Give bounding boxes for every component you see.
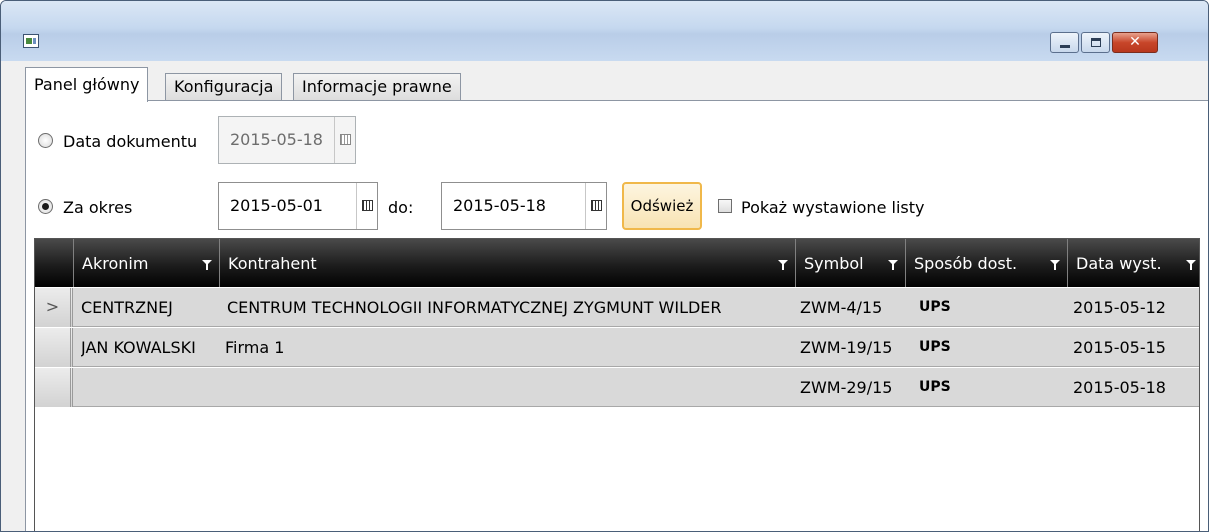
refresh-button[interactable]: Odśwież [622, 182, 702, 230]
grid-header: Akronim Kontrahent Symbol Sposób dost. D… [35, 239, 1199, 288]
show-issued-label: Pokaż wystawione listy [741, 198, 925, 217]
cell-sposob-dost: UPS [919, 379, 951, 395]
cell-symbol: ZWM-19/15 [800, 338, 893, 357]
period-to-label: do: [388, 198, 414, 217]
period-label: Za okres [63, 198, 133, 217]
column-label: Symbol [804, 254, 864, 273]
picker-divider [585, 183, 586, 229]
table-row[interactable]: ZWM-29/15 UPS 2015-05-18 [35, 367, 1199, 407]
column-header-sposob-dost[interactable]: Sposób dost. [905, 239, 1067, 288]
row-indicator[interactable]: > [35, 288, 73, 327]
column-label: Sposób dost. [914, 254, 1018, 273]
cell-symbol: ZWM-29/15 [800, 378, 893, 397]
filter-funnel-icon[interactable] [888, 260, 898, 270]
cell-data-wyst: 2015-05-18 [1073, 378, 1166, 397]
doc-date-radio[interactable] [38, 133, 53, 148]
cell-sposob-dost: UPS [919, 299, 951, 315]
doc-date-label: Data dokumentu [63, 132, 198, 151]
table-row[interactable]: > CENTRZNEJ CENTRUM TECHNOLOGII INFORMAT… [35, 287, 1199, 327]
tab-konfiguracja[interactable]: Konfiguracja [165, 73, 283, 101]
cell-symbol: ZWM-4/15 [800, 298, 883, 317]
filter-funnel-icon[interactable] [1186, 260, 1196, 270]
calendar-icon[interactable] [362, 200, 373, 211]
cell-kontrahent [227, 368, 793, 407]
calendar-icon[interactable] [340, 134, 351, 145]
table-row[interactable]: JAN KOWALSKI Firma 1 ZWM-19/15 UPS 2015-… [35, 327, 1199, 367]
cell-akronim [81, 368, 215, 407]
app-window-icon [23, 34, 39, 48]
period-to-picker[interactable]: 2015-05-18 [441, 182, 607, 230]
picker-divider [334, 117, 335, 163]
cell-akronim: CENTRZNEJ [81, 298, 173, 317]
tab-panel-glowny[interactable]: Panel główny [25, 67, 149, 102]
shipments-grid[interactable]: Akronim Kontrahent Symbol Sposób dost. D… [34, 238, 1200, 531]
minimize-icon [1060, 45, 1070, 48]
cell-sposob-dost: UPS [919, 339, 951, 355]
tab-informacje-prawne[interactable]: Informacje prawne [293, 73, 461, 101]
calendar-icon[interactable] [591, 200, 602, 211]
cell-data-wyst: 2015-05-15 [1073, 338, 1166, 357]
minimize-button[interactable] [1050, 32, 1079, 53]
period-from-picker[interactable]: 2015-05-01 [218, 182, 378, 230]
filter-funnel-icon[interactable] [1050, 260, 1060, 270]
period-radio[interactable] [38, 199, 53, 214]
maximize-icon [1091, 38, 1101, 47]
column-label: Kontrahent [228, 254, 317, 273]
show-issued-checkbox[interactable] [718, 199, 732, 213]
column-header-data-wyst[interactable]: Data wyst. [1067, 239, 1199, 288]
doc-date-value: 2015-05-18 [230, 130, 323, 149]
column-header-symbol[interactable]: Symbol [795, 239, 905, 288]
picker-divider [356, 183, 357, 229]
column-header-kontrahent[interactable]: Kontrahent [219, 239, 795, 288]
row-indicator[interactable] [35, 328, 73, 367]
close-icon: ✕ [1129, 34, 1141, 50]
app-window: ✕ Panel główny Konfiguracja Informacje p… [0, 0, 1209, 532]
cell-akronim: JAN KOWALSKI [81, 338, 196, 357]
row-indicator[interactable] [35, 368, 73, 407]
maximize-button[interactable] [1081, 32, 1110, 53]
cell-kontrahent: Firma 1 [225, 338, 285, 357]
close-button[interactable]: ✕ [1112, 32, 1158, 53]
cell-data-wyst: 2015-05-12 [1073, 298, 1166, 317]
column-label: Data wyst. [1076, 254, 1162, 273]
doc-date-picker[interactable]: 2015-05-18 [218, 116, 356, 164]
title-bar[interactable]: ✕ [1, 1, 1208, 61]
filter-funnel-icon[interactable] [202, 260, 212, 270]
column-header-akronim[interactable]: Akronim [73, 239, 219, 288]
column-label: Akronim [82, 254, 149, 273]
filter-funnel-icon[interactable] [778, 260, 788, 270]
radio-dot [42, 203, 49, 210]
cell-kontrahent: CENTRUM TECHNOLOGII INFORMATYCZNEJ ZYGMU… [227, 298, 722, 317]
period-to-value: 2015-05-18 [453, 196, 546, 215]
period-from-value: 2015-05-01 [230, 196, 323, 215]
